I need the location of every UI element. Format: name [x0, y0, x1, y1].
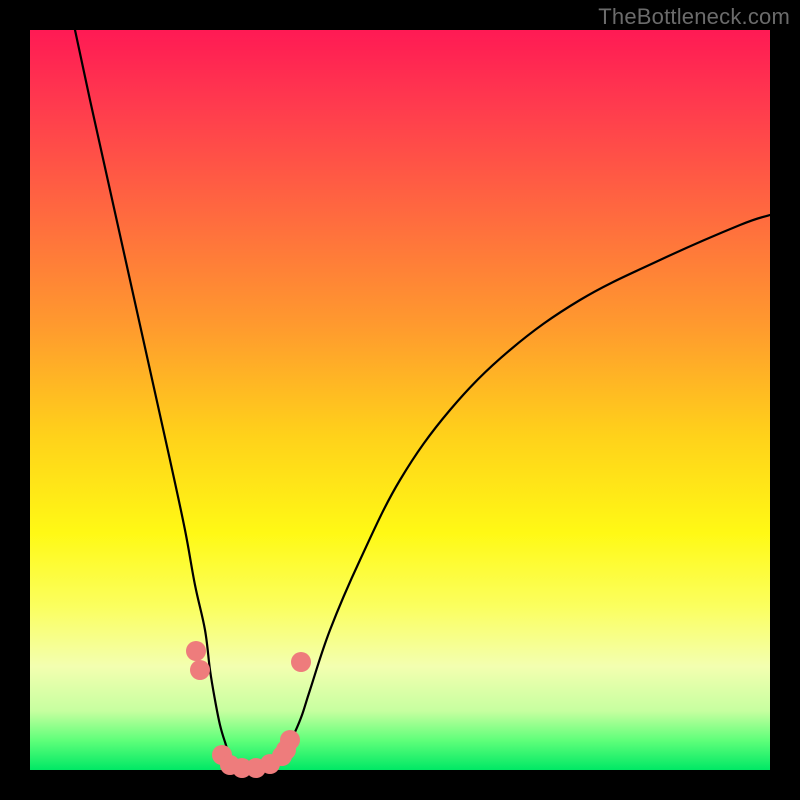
marker-dot: [186, 641, 206, 661]
chart-frame: TheBottleneck.com: [0, 0, 800, 800]
marker-dot: [280, 730, 300, 750]
marker-group: [186, 641, 311, 778]
marker-dot: [291, 652, 311, 672]
watermark-text: TheBottleneck.com: [598, 4, 790, 30]
plot-area: [30, 30, 770, 770]
chart-svg: [30, 30, 770, 770]
curve-path: [75, 30, 770, 768]
marker-dot: [190, 660, 210, 680]
